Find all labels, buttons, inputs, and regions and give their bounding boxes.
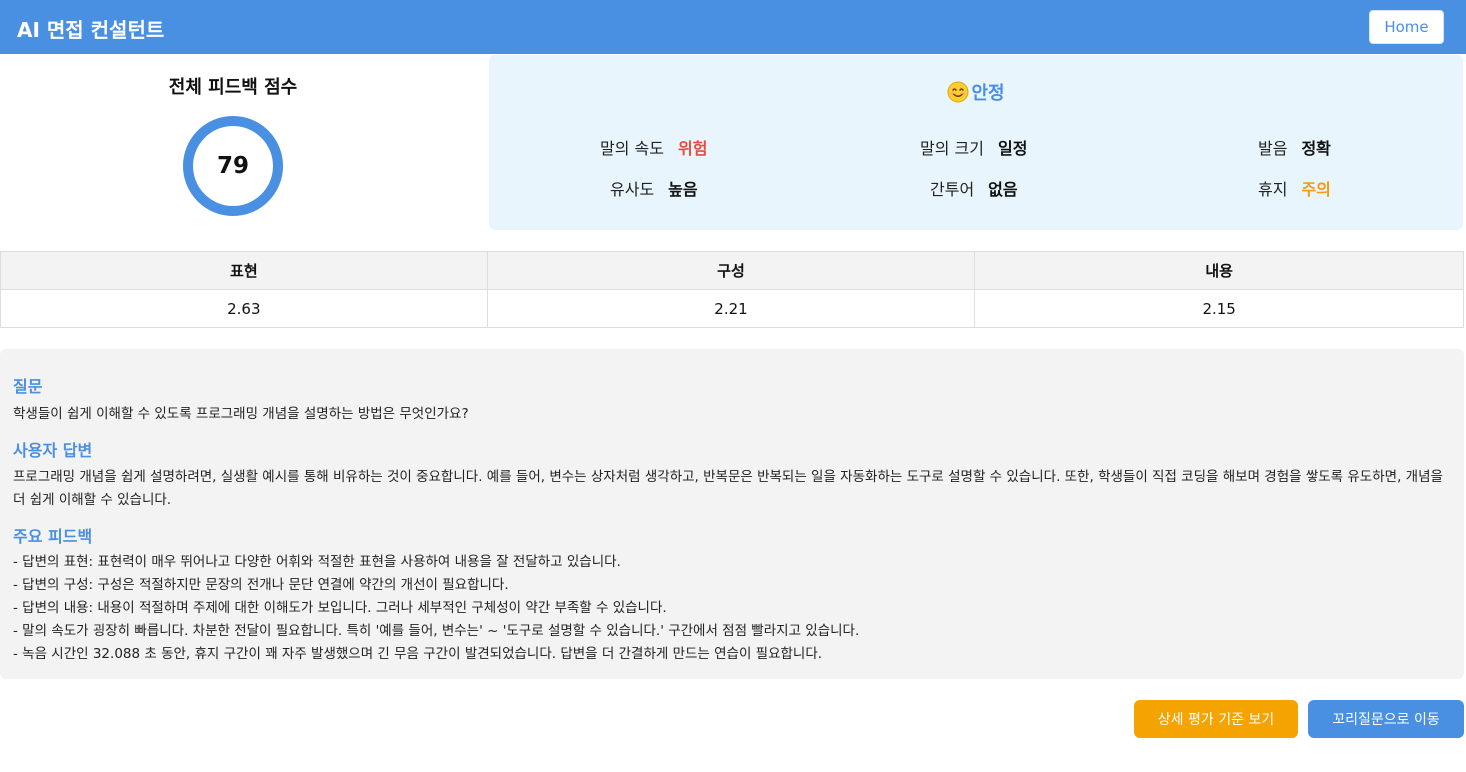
table-header: 표현 (0, 251, 488, 290)
score-value: 79 (216, 153, 249, 179)
metric-value: 위험 (677, 139, 708, 158)
emotion-status: 안정 (489, 79, 1463, 108)
table-header: 구성 (486, 251, 976, 290)
metric-label: 휴지 (1258, 180, 1288, 199)
list-item: - 답변의 내용: 내용이 적절하며 주제에 대한 이해도가 보입니다. 그러나… (13, 600, 667, 616)
home-button[interactable]: Home (1369, 10, 1444, 44)
metric-label: 발음 (1258, 139, 1288, 158)
emotion-label: 안정 (971, 83, 1005, 104)
metric-similarity: 유사도 높음 (610, 176, 698, 200)
category-score-table: 표현 구성 내용 2.63 2.21 2.15 (0, 251, 1464, 328)
score-ring: 79 (183, 116, 283, 216)
metric-value: 주의 (1301, 180, 1331, 199)
answer-heading: 사용자 답변 (13, 441, 93, 460)
metric-pause: 휴지 주의 (1258, 176, 1331, 200)
table-header: 내용 (974, 251, 1464, 290)
smiling-face-icon (947, 81, 969, 108)
top-bar: AI 면접 컨설턴트 Home (0, 0, 1466, 54)
table-cell: 2.15 (974, 289, 1464, 328)
question-text: 학생들이 쉽게 이해할 수 있도록 프로그래밍 개념을 설명하는 방법은 무엇인… (13, 406, 469, 422)
score-title: 전체 피드백 점수 (168, 77, 298, 98)
metric-volume: 말의 크기 일정 (920, 135, 1027, 159)
app-title: AI 면접 컨설턴트 (17, 18, 165, 42)
metric-label: 간투어 (930, 180, 975, 199)
metric-speech-speed: 말의 속도 위험 (600, 135, 707, 159)
table-cell: 2.63 (0, 289, 488, 328)
list-item: - 답변의 구성: 구성은 적절하지만 문장의 전개나 문단 연결에 약간의 개… (13, 577, 509, 593)
answer-text: 프로그래밍 개념을 쉽게 설명하려면, 실생활 예시를 통해 비유하는 것이 중… (13, 469, 1443, 508)
metric-label: 말의 속도 (600, 139, 664, 158)
metric-value: 정확 (1301, 139, 1331, 158)
table-cell: 2.21 (486, 289, 976, 328)
metric-value: 높음 (668, 180, 698, 199)
list-item: - 녹음 시간인 32.088 초 동안, 휴지 구간이 꽤 자주 발생했으며 … (13, 646, 823, 662)
follow-up-question-button[interactable]: 꼬리질문으로 이동 (1308, 700, 1464, 738)
metric-pronunciation: 발음 정확 (1258, 135, 1331, 159)
view-criteria-button[interactable]: 상세 평가 기준 보기 (1134, 700, 1298, 738)
feedback-heading: 주요 피드백 (13, 527, 93, 546)
list-item: - 말의 속도가 굉장히 빠릅니다. 차분한 전달이 필요합니다. 특히 '예를… (13, 623, 860, 639)
voice-metrics-panel: 안정 말의 속도 위험 말의 크기 일정 발음 정확 유사도 높음 간투어 없음 휴지 주의 (489, 55, 1463, 230)
metric-label: 말의 크기 (920, 139, 984, 158)
table-row: 2.63 2.21 2.15 (0, 289, 1464, 328)
feedback-list: - 답변의 표현: 표현력이 매우 뛰어나고 다양한 어휘와 적절한 표현을 사… (13, 551, 1453, 666)
metric-label: 유사도 (610, 180, 655, 199)
table-header-row: 표현 구성 내용 (0, 251, 1464, 290)
metric-value: 일정 (997, 139, 1028, 158)
metric-filler-words: 간투어 없음 (930, 176, 1018, 200)
feedback-detail-box: 질문 학생들이 쉽게 이해할 수 있도록 프로그래밍 개념을 설명하는 방법은 … (0, 349, 1464, 679)
list-item: - 답변의 표현: 표현력이 매우 뛰어나고 다양한 어휘와 적절한 표현을 사… (13, 554, 621, 570)
question-heading: 질문 (13, 377, 43, 396)
metric-value: 없음 (988, 180, 1018, 199)
